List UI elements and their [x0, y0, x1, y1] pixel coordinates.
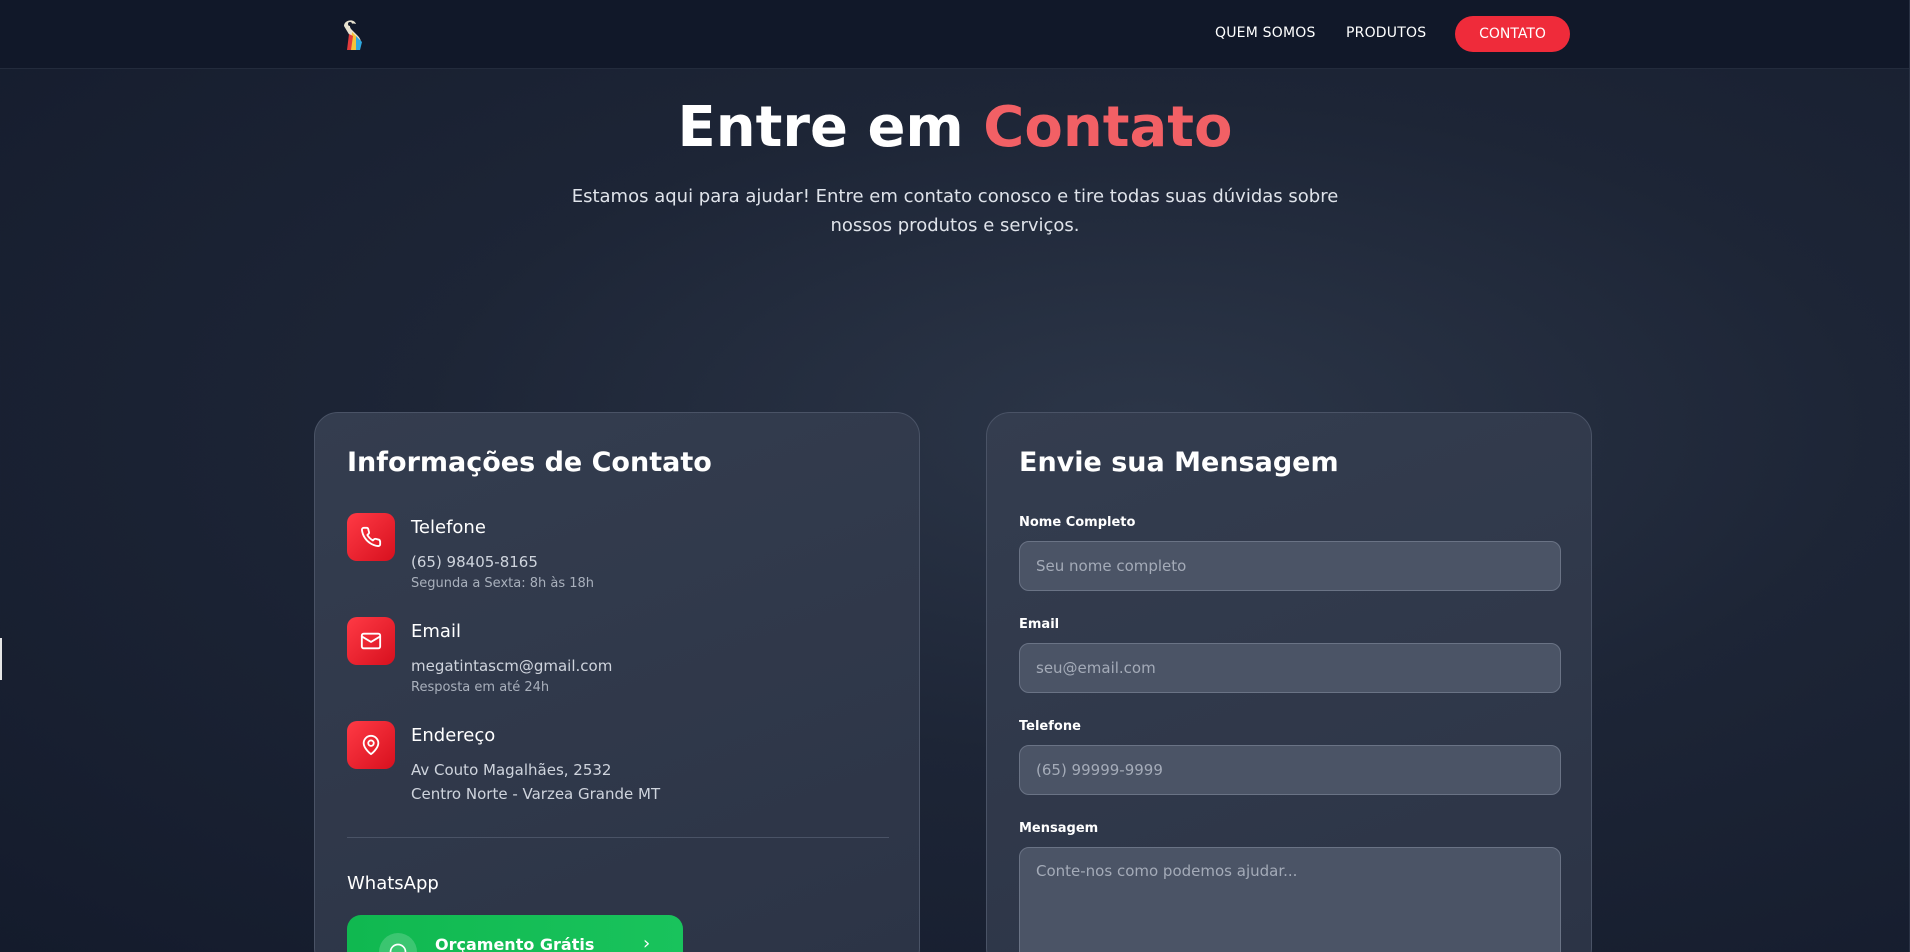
email-response-time: Resposta em até 24h: [411, 680, 550, 695]
whatsapp-icon: [379, 933, 417, 952]
name-input[interactable]: [1019, 541, 1561, 591]
form-title: Envie sua Mensagem: [1019, 447, 1339, 478]
nav-produtos[interactable]: PRODUTOS: [1346, 25, 1426, 41]
message-label: Mensagem: [1019, 821, 1099, 836]
email-label: Email: [1019, 617, 1060, 632]
email-title: Email: [411, 621, 461, 642]
address-line-2: Centro Norte - Varzea Grande MT: [411, 785, 661, 803]
contact-info-card: Informações de Contato Telefone (65) 984…: [314, 412, 920, 952]
page-title: Entre em Contato: [0, 92, 1910, 164]
navbar: QUEM SOMOS PRODUTOS CONTATO: [0, 0, 1910, 69]
phone-label: Telefone: [1019, 719, 1081, 734]
whatsapp-button[interactable]: Orçamento Grátis ›: [347, 915, 683, 952]
mail-icon: [347, 617, 395, 665]
email-address[interactable]: megatintascm@gmail.com: [411, 657, 612, 675]
phone-input[interactable]: [1019, 745, 1561, 795]
phone-title: Telefone: [411, 517, 486, 538]
edge-marker: [0, 638, 2, 680]
whatsapp-label: WhatsApp: [347, 873, 439, 894]
address-title: Endereço: [411, 725, 496, 746]
logo-icon[interactable]: [338, 16, 370, 52]
name-label: Nome Completo: [1019, 515, 1136, 530]
phone-number[interactable]: (65) 98405-8165: [411, 553, 538, 571]
nav-quem-somos[interactable]: QUEM SOMOS: [1215, 25, 1316, 41]
phone-icon: [347, 513, 395, 561]
map-pin-icon: [347, 721, 395, 769]
whatsapp-button-label: Orçamento Grátis: [435, 935, 595, 952]
page-title-accent: Contato: [983, 95, 1233, 160]
phone-hours: Segunda a Sexta: 8h às 18h: [411, 576, 595, 591]
message-form-card: Envie sua Mensagem Nome Completo Email T…: [986, 412, 1592, 952]
message-textarea[interactable]: [1019, 847, 1561, 952]
page-title-main: Entre em: [677, 95, 964, 160]
divider: [347, 837, 889, 838]
page-subtitle: Estamos aqui para ajudar! Entre em conta…: [571, 186, 1339, 236]
address-line-1: Av Couto Magalhães, 2532: [411, 761, 612, 779]
email-input[interactable]: [1019, 643, 1561, 693]
contact-info-title: Informações de Contato: [347, 447, 712, 478]
arrow-right-icon: ›: [643, 933, 651, 952]
contato-button[interactable]: CONTATO: [1455, 16, 1570, 52]
